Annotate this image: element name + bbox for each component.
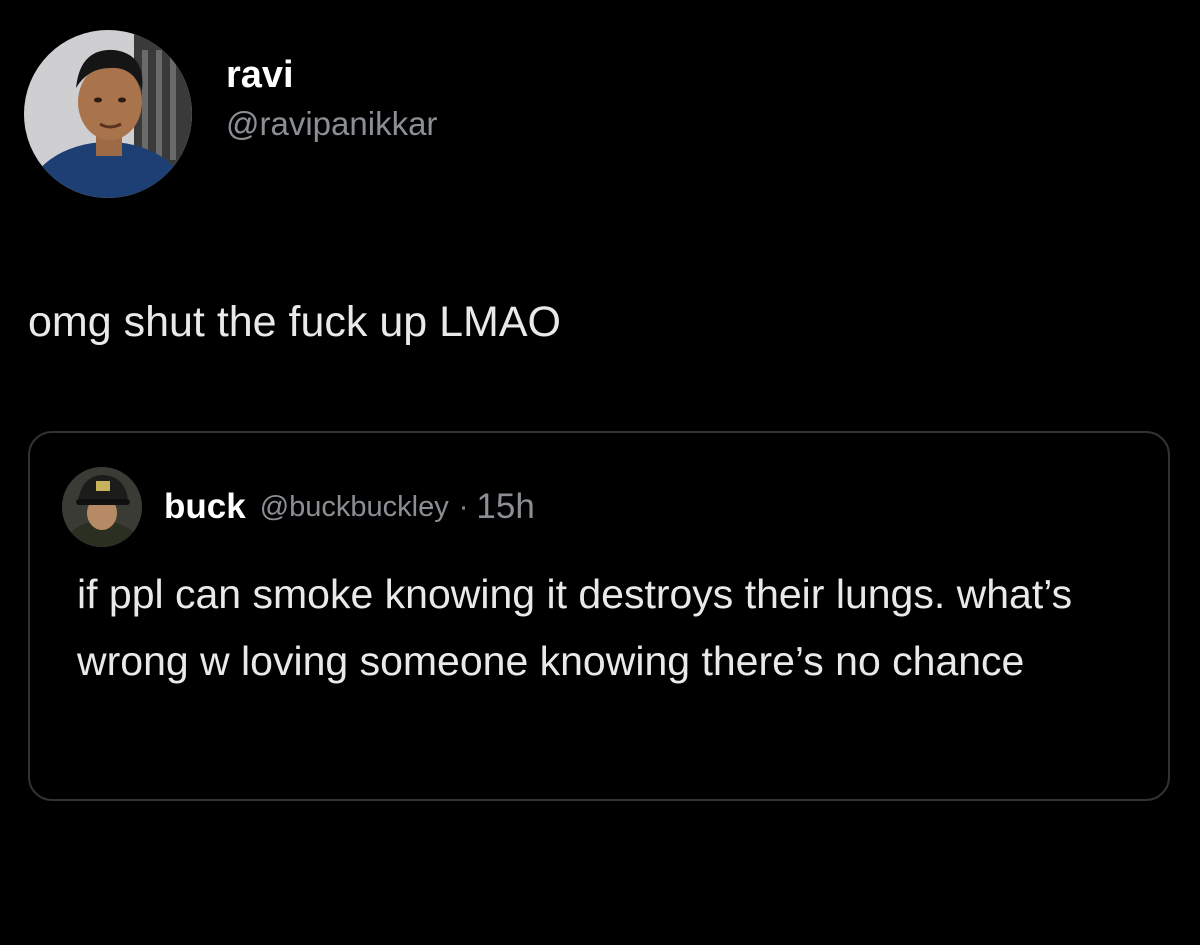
author-row: ravi @ravipanikkar bbox=[24, 30, 437, 198]
author-avatar-image bbox=[24, 30, 192, 198]
quoted-author-avatar[interactable] bbox=[62, 467, 142, 547]
author-names: ravi @ravipanikkar bbox=[226, 53, 437, 145]
quoted-author-avatar-image bbox=[62, 467, 142, 547]
quoted-tweet-card[interactable]: buck @buckbuckley · 15h if ppl can smoke… bbox=[28, 431, 1170, 801]
author-display-name[interactable]: ravi bbox=[226, 53, 437, 97]
quoted-tweet-header: buck @buckbuckley · 15h bbox=[62, 467, 535, 547]
tweet-text: omg shut the fuck up LMAO bbox=[28, 298, 561, 346]
tweet: ravi @ravipanikkar omg shut the fuck up … bbox=[0, 0, 1200, 945]
author-avatar[interactable] bbox=[24, 30, 192, 198]
quoted-author-handle[interactable]: @buckbuckley bbox=[260, 491, 449, 524]
quoted-tweet-text: if ppl can smoke knowing it destroys the… bbox=[77, 571, 1073, 684]
author-handle[interactable]: @ravipanikkar bbox=[226, 103, 437, 145]
quoted-tweet-timestamp[interactable]: 15h bbox=[476, 487, 534, 527]
quoted-author-display-name[interactable]: buck bbox=[164, 487, 246, 527]
separator-dot: · bbox=[458, 490, 469, 523]
